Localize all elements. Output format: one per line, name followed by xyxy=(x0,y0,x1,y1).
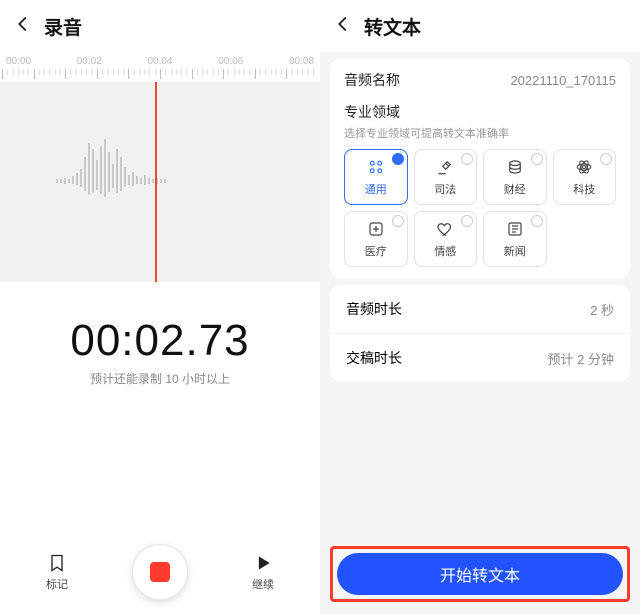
bookmark-icon xyxy=(47,553,67,573)
heart-icon xyxy=(436,220,454,241)
domain-option-news[interactable]: 新闻 xyxy=(483,211,547,267)
timer-block: 00:02.73 预计还能录制 10 小时以上 xyxy=(0,316,320,387)
continue-button[interactable]: 继续 xyxy=(252,553,274,592)
domain-option-grid[interactable]: 通用 xyxy=(344,149,408,205)
start-transcribe-button[interactable]: 开始转文本 xyxy=(337,553,623,595)
delivery-row: 交稿时长 预计 2 分钟 xyxy=(330,334,630,382)
back-icon[interactable] xyxy=(332,13,354,40)
radio-icon xyxy=(392,215,404,227)
radio-icon xyxy=(531,215,543,227)
recorder-controls: 标记 继续 xyxy=(0,544,320,600)
transcribe-pane: 转文本 音频名称 20221110_170115 专业领域 选择专业领域可提高转… xyxy=(320,0,640,614)
tick-label: 00:02 xyxy=(77,56,102,67)
audio-name-value: 20221110_170115 xyxy=(510,73,616,88)
start-button-highlight: 开始转文本 xyxy=(330,546,630,602)
domain-label: 情感 xyxy=(434,243,456,259)
radio-icon xyxy=(531,153,543,165)
radio-icon xyxy=(461,153,473,165)
domain-option-coins[interactable]: 财经 xyxy=(483,149,547,205)
tick-label: 00:00 xyxy=(6,56,31,67)
transcribe-title: 转文本 xyxy=(364,13,421,40)
tick-label: 00:06 xyxy=(218,56,243,67)
stop-record-button[interactable] xyxy=(132,544,188,600)
recorder-header: 录音 xyxy=(0,0,320,52)
domain-option-atom[interactable]: 科技 xyxy=(553,149,617,205)
domain-label: 财经 xyxy=(504,181,526,197)
back-icon[interactable] xyxy=(12,13,34,40)
radio-icon xyxy=(600,153,612,165)
transcribe-header: 转文本 xyxy=(320,0,640,52)
domain-option-gavel[interactable]: 司法 xyxy=(414,149,478,205)
recorder-pane: 录音 00:00 00:02 00:04 00:06 00:08 00:02.7… xyxy=(0,0,320,614)
tick-label: 00:08 xyxy=(289,56,314,67)
radio-icon xyxy=(392,153,404,165)
time-ruler: 00:00 00:02 00:04 00:06 00:08 xyxy=(0,52,320,82)
domain-option-heart[interactable]: 情感 xyxy=(414,211,478,267)
info-rows: 音频时长 2 秒 交稿时长 预计 2 分钟 xyxy=(320,285,640,382)
domain-grid: 通用 司法 财经 科技医疗 情感 新闻 xyxy=(344,149,616,267)
settings-card: 音频名称 20221110_170115 专业领域 选择专业领域可提高转文本准确… xyxy=(330,58,630,279)
news-icon xyxy=(506,220,524,241)
domain-label: 医疗 xyxy=(365,243,387,259)
recorder-title: 录音 xyxy=(44,13,82,40)
tick-label: 00:04 xyxy=(147,56,172,67)
timer-subtext: 预计还能录制 10 小时以上 xyxy=(0,370,320,387)
radio-icon xyxy=(461,215,473,227)
waveform-area xyxy=(0,82,320,282)
domain-option-medical[interactable]: 医疗 xyxy=(344,211,408,267)
timer-value: 00:02.73 xyxy=(0,316,320,366)
audio-duration-value: 2 秒 xyxy=(590,300,614,319)
delivery-value: 预计 2 分钟 xyxy=(548,349,614,368)
bookmark-button[interactable]: 标记 xyxy=(46,553,68,592)
domain-section-subtitle: 选择专业领域可提高转文本准确率 xyxy=(344,125,616,141)
domain-label: 司法 xyxy=(434,181,456,197)
continue-label: 继续 xyxy=(252,576,274,592)
delivery-label: 交稿时长 xyxy=(346,348,402,368)
stop-icon xyxy=(150,562,170,582)
domain-label: 新闻 xyxy=(504,243,526,259)
audio-duration-row: 音频时长 2 秒 xyxy=(330,285,630,334)
domain-label: 通用 xyxy=(365,181,387,197)
grid-icon xyxy=(367,158,385,179)
medical-icon xyxy=(367,220,385,241)
playhead xyxy=(155,82,157,282)
audio-name-row: 音频名称 20221110_170115 xyxy=(344,70,616,90)
gavel-icon xyxy=(436,158,454,179)
bookmark-label: 标记 xyxy=(46,576,68,592)
audio-name-label: 音频名称 xyxy=(344,70,400,90)
audio-duration-label: 音频时长 xyxy=(346,299,402,319)
coins-icon xyxy=(506,158,524,179)
domain-section-title: 专业领域 xyxy=(344,102,616,122)
play-icon xyxy=(253,553,273,573)
atom-icon xyxy=(575,158,593,179)
domain-label: 科技 xyxy=(573,181,595,197)
